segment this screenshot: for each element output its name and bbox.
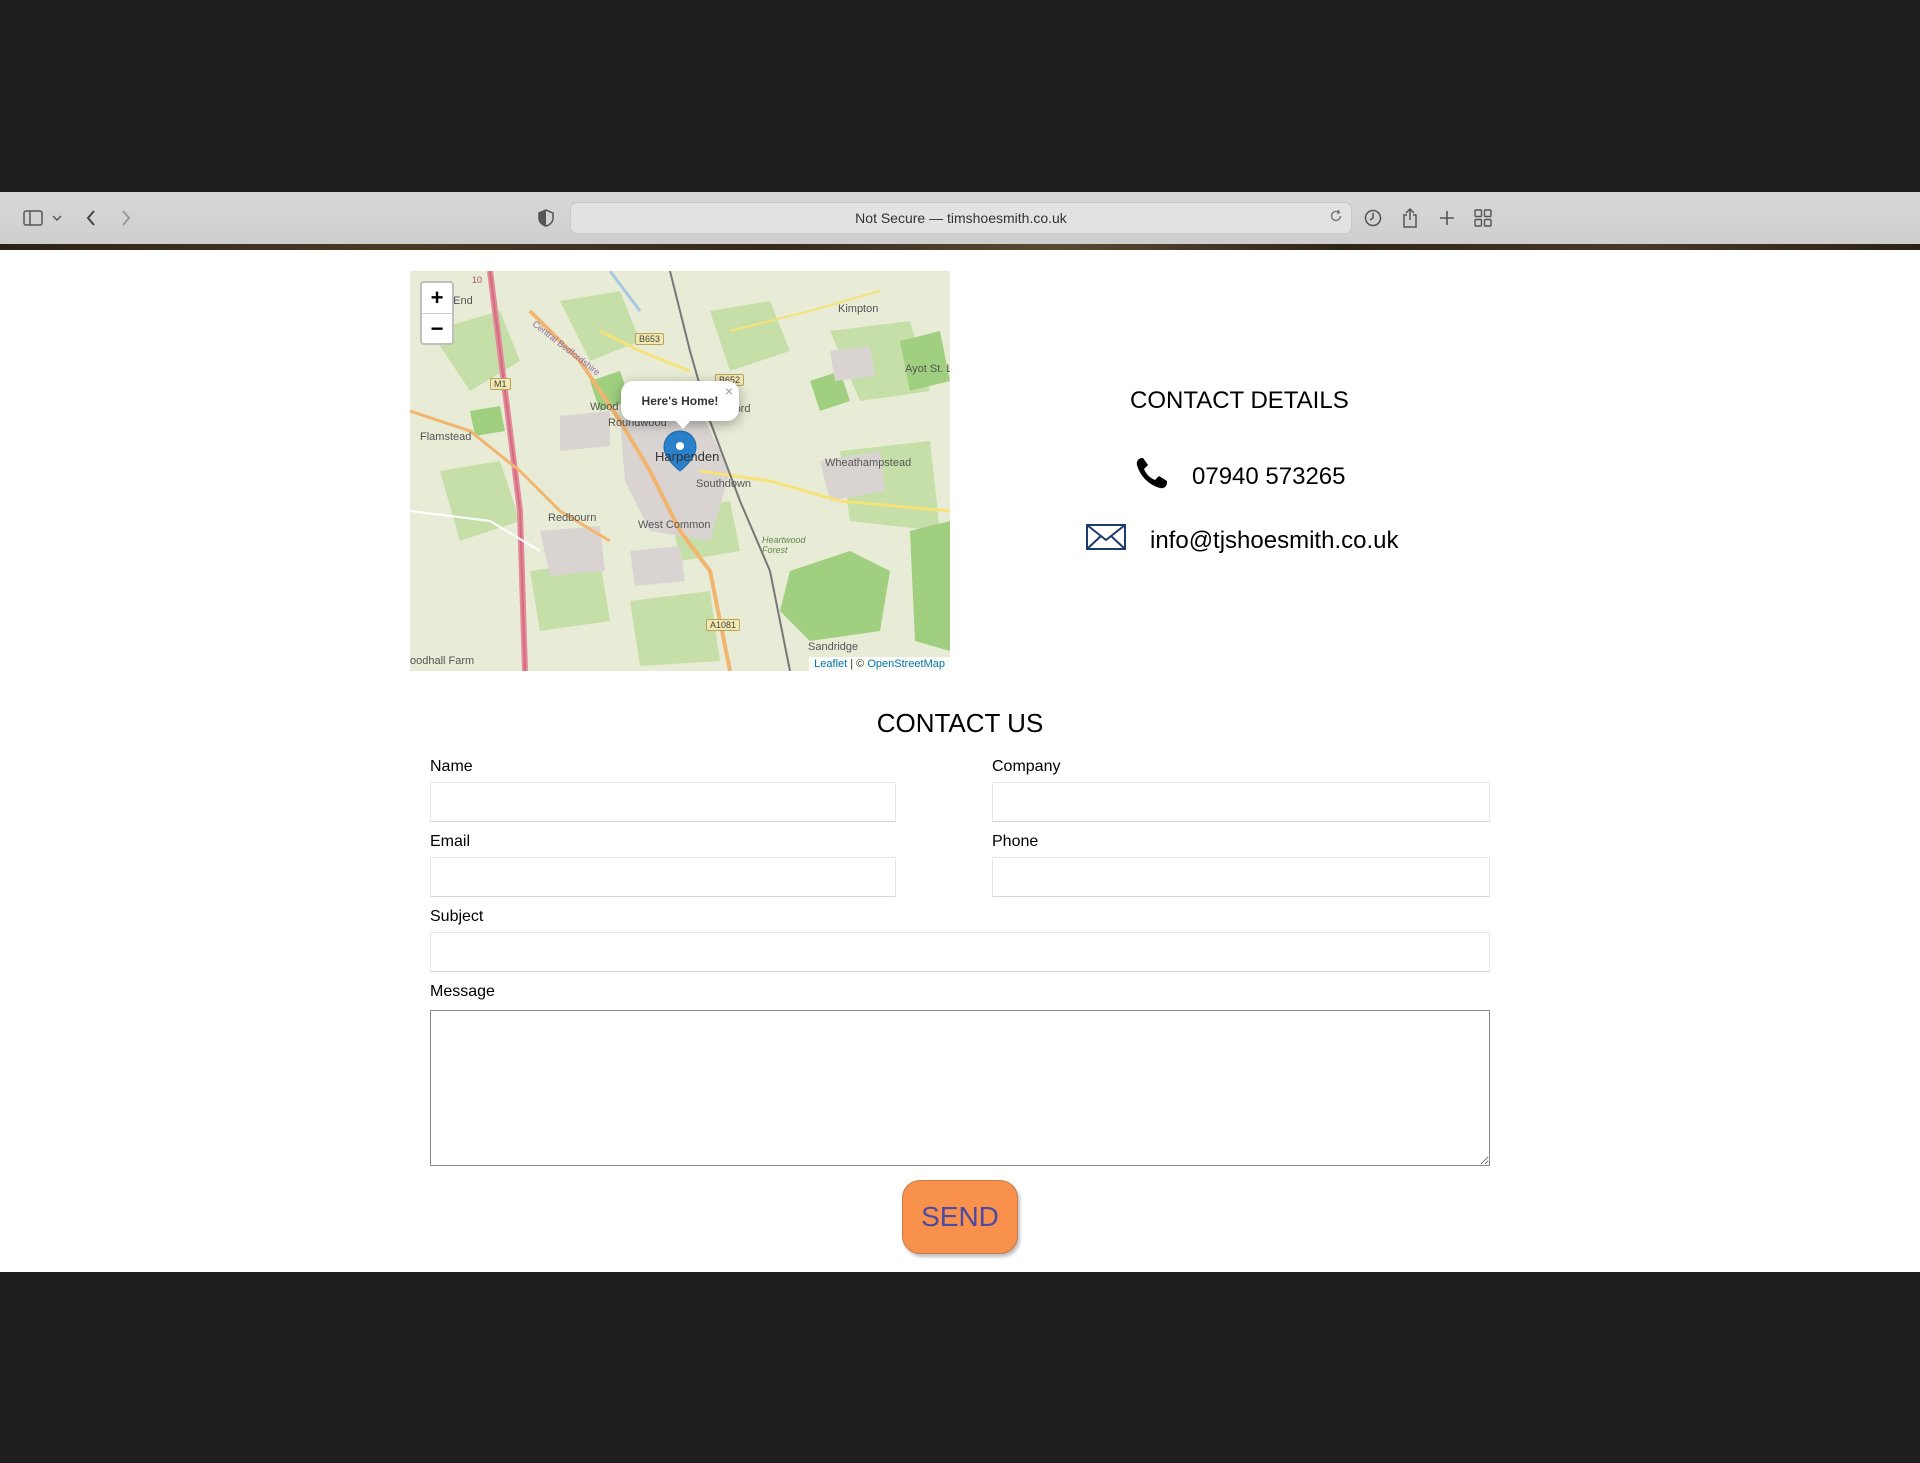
contact-details-title: CONTACT DETAILS <box>1130 387 1349 414</box>
phone-icon <box>1134 456 1174 497</box>
map-popup: Here's Home! × <box>621 381 739 421</box>
leaflet-link[interactable]: Leaflet <box>814 658 847 670</box>
phone-number[interactable]: 07940 573265 <box>1192 463 1346 491</box>
map-place-label: oodhall Farm <box>410 655 475 667</box>
map-place-label: Southdown <box>696 478 752 490</box>
phone-label: Phone <box>992 833 1039 850</box>
map-place-label: Sandridge <box>808 641 859 653</box>
chevron-down-icon[interactable] <box>50 204 64 232</box>
sidebar-toggle-icon[interactable] <box>20 204 46 232</box>
map-place-label: Harpenden <box>655 449 720 464</box>
phone-input[interactable] <box>992 857 1490 897</box>
popup-close-icon[interactable]: × <box>725 383 733 399</box>
map-place-label: 10 <box>472 275 483 285</box>
page-content: p End Kimpton Ayot St. L Wood End Roundw… <box>0 250 1920 1272</box>
email-input[interactable] <box>430 857 896 897</box>
company-label: Company <box>992 758 1061 775</box>
map-place-label: Kimpton <box>838 303 879 315</box>
zoom-in-button[interactable]: + <box>422 283 452 314</box>
map-place-label: Wheathampstead <box>825 457 912 469</box>
map-place-label: Redbourn <box>548 512 597 524</box>
subject-input[interactable] <box>430 932 1490 972</box>
map-attribution: Leaflet | © OpenStreetMap <box>809 657 950 671</box>
reload-icon[interactable] <box>1329 209 1343 226</box>
send-button[interactable]: SEND <box>902 1180 1018 1254</box>
phone-row: 07940 573265 <box>1134 456 1346 497</box>
company-input[interactable] <box>992 782 1490 822</box>
subject-label: Subject <box>430 908 484 925</box>
map-place-label: Heartwood Forest <box>762 535 806 555</box>
openstreetmap-link[interactable]: OpenStreetMap <box>867 658 945 670</box>
zoom-out-button[interactable]: − <box>422 314 452 344</box>
map-zoom-control: + − <box>420 281 454 345</box>
share-icon[interactable] <box>1399 204 1421 232</box>
email-address[interactable]: info@tjshoesmith.co.uk <box>1150 527 1398 555</box>
name-input[interactable] <box>430 782 896 822</box>
envelope-icon <box>1086 524 1126 557</box>
map-tiles <box>410 271 950 671</box>
message-textarea[interactable] <box>430 1010 1490 1166</box>
popup-tip <box>674 419 692 429</box>
attribution-separator: | © <box>847 658 868 670</box>
map-place-label: Flamstead <box>420 431 472 443</box>
privacy-shield-icon[interactable] <box>536 204 556 232</box>
forward-icon[interactable] <box>115 204 137 232</box>
email-row: info@tjshoesmith.co.uk <box>1086 524 1398 557</box>
road-shield: A1081 <box>706 619 741 631</box>
browser-toolbar: Not Secure — timshoesmith.co.uk <box>0 192 1920 245</box>
history-icon[interactable] <box>1362 204 1384 232</box>
new-tab-icon[interactable] <box>1436 204 1458 232</box>
back-icon[interactable] <box>80 204 102 232</box>
message-label: Message <box>430 983 495 1000</box>
address-bar[interactable]: Not Secure — timshoesmith.co.uk <box>570 202 1352 234</box>
tab-overview-icon[interactable] <box>1472 204 1494 232</box>
name-label: Name <box>430 758 473 775</box>
url-text: Not Secure — timshoesmith.co.uk <box>855 210 1067 226</box>
popup-text: Here's Home! <box>641 394 719 408</box>
email-label: Email <box>430 833 471 850</box>
map-place-label: Ayot St. L <box>905 363 950 375</box>
location-map[interactable]: p End Kimpton Ayot St. L Wood End Roundw… <box>410 271 950 671</box>
map-place-label: West Common <box>638 519 711 531</box>
road-shield: M1 <box>490 378 511 390</box>
contact-us-title: CONTACT US <box>876 708 1044 738</box>
road-shield: B653 <box>635 333 665 345</box>
